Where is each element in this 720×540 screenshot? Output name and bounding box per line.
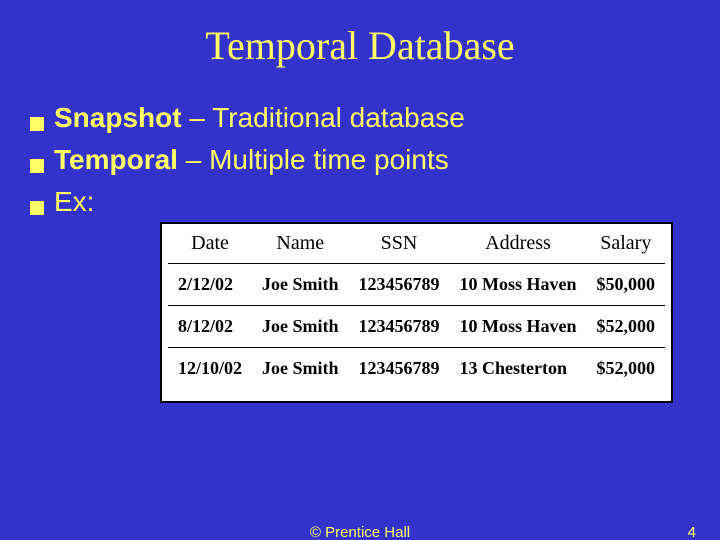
table-row: 8/12/02 Joe Smith 123456789 10 Moss Have… (168, 306, 665, 348)
bullet-item: Ex: (30, 183, 690, 221)
cell-address: 13 Chesterton (450, 348, 587, 390)
cell-address: 10 Moss Haven (450, 264, 587, 306)
cell-date: 8/12/02 (168, 306, 252, 348)
example-table-border: Date Name SSN Address Salary 2/12/02 Joe… (160, 222, 673, 403)
table-body: 2/12/02 Joe Smith 123456789 10 Moss Have… (168, 264, 665, 390)
cell-ssn: 123456789 (349, 264, 450, 306)
cell-ssn: 123456789 (349, 306, 450, 348)
cell-salary: $50,000 (587, 264, 666, 306)
cell-address: 10 Moss Haven (450, 306, 587, 348)
col-address: Address (450, 224, 587, 264)
col-date: Date (168, 224, 252, 264)
cell-salary: $52,000 (587, 306, 666, 348)
table-row: 2/12/02 Joe Smith 123456789 10 Moss Have… (168, 264, 665, 306)
page-number: 4 (688, 524, 696, 540)
table-header-row: Date Name SSN Address Salary (168, 224, 665, 264)
bullet-text: Ex: (54, 183, 94, 221)
example-table: Date Name SSN Address Salary 2/12/02 Joe… (168, 224, 665, 389)
cell-name: Joe Smith (252, 348, 349, 390)
cell-date: 2/12/02 (168, 264, 252, 306)
bullet-text: Snapshot – Traditional database (54, 99, 465, 137)
bullet-text: Temporal – Multiple time points (54, 141, 449, 179)
bullet-list: Snapshot – Traditional database Temporal… (30, 99, 690, 220)
bullet-bold: Snapshot (54, 102, 182, 133)
table-row: 12/10/02 Joe Smith 123456789 13 Chestert… (168, 348, 665, 390)
copyright-text: © Prentice Hall (310, 524, 410, 540)
bullet-square-icon (30, 201, 44, 215)
cell-name: Joe Smith (252, 306, 349, 348)
cell-ssn: 123456789 (349, 348, 450, 390)
col-salary: Salary (587, 224, 666, 264)
bullet-rest: Ex: (54, 186, 94, 217)
slide-content: Snapshot – Traditional database Temporal… (0, 69, 720, 408)
bullet-rest: – Multiple time points (178, 144, 449, 175)
col-ssn: SSN (349, 224, 450, 264)
example-table-wrap: Date Name SSN Address Salary 2/12/02 Joe… (160, 222, 690, 408)
bullet-bold: Temporal (54, 144, 178, 175)
bullet-item: Temporal – Multiple time points (30, 141, 690, 179)
bullet-rest: – Traditional database (182, 102, 465, 133)
cell-date: 12/10/02 (168, 348, 252, 390)
bullet-item: Snapshot – Traditional database (30, 99, 690, 137)
cell-salary: $52,000 (587, 348, 666, 390)
col-name: Name (252, 224, 349, 264)
bullet-square-icon (30, 117, 44, 131)
cell-name: Joe Smith (252, 264, 349, 306)
bullet-square-icon (30, 159, 44, 173)
slide-title: Temporal Database (0, 0, 720, 69)
table-head: Date Name SSN Address Salary (168, 224, 665, 264)
